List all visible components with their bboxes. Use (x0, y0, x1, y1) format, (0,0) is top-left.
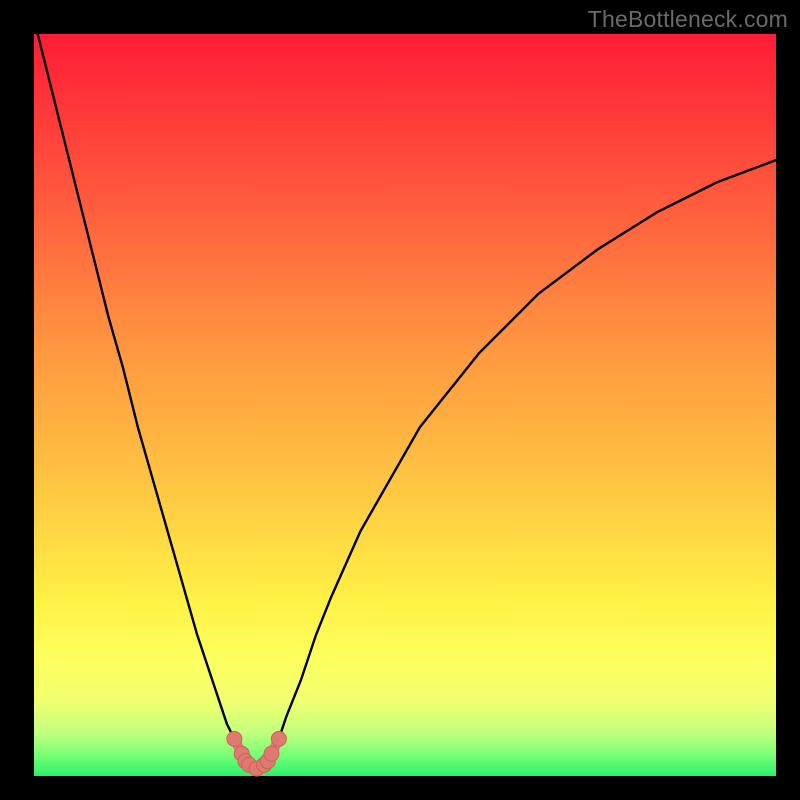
plot-area (34, 34, 776, 776)
valley-marker-dot (271, 731, 286, 746)
bottleneck-curve (34, 19, 776, 768)
curve-svg (34, 34, 776, 776)
valley-marker-dot (227, 731, 242, 746)
watermark-text: TheBottleneck.com (588, 6, 788, 33)
valley-marker-dot (264, 746, 279, 761)
chart-frame: TheBottleneck.com (0, 0, 800, 800)
chart-content (34, 19, 776, 776)
